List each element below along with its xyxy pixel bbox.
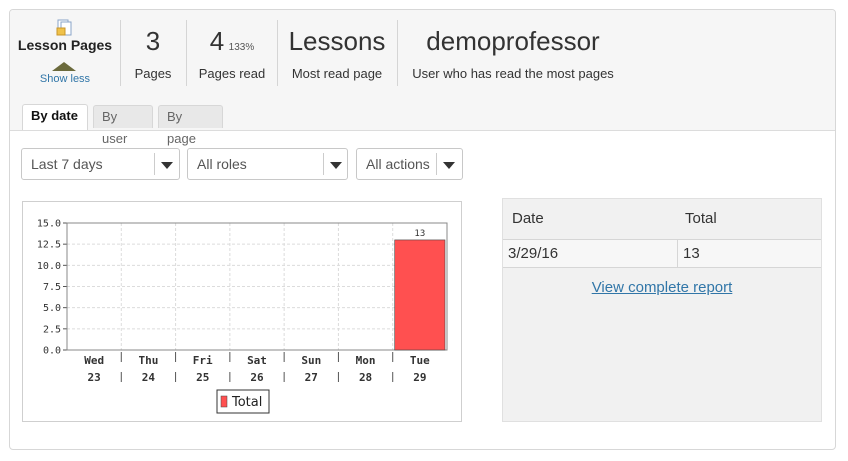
actions-select-value: All actions (366, 156, 430, 172)
most-read-page-label: Most read page (291, 66, 383, 81)
summary-header: Lesson Pages Show less 3 Pages 4 133% Pa… (10, 10, 835, 146)
x-tick-label-day: Wed (84, 354, 104, 367)
pages-read-percent: 133% (228, 42, 255, 53)
x-tick-label-day: Mon (356, 354, 376, 367)
select-divider (323, 153, 324, 175)
bar-total (394, 239, 446, 351)
y-tick-label: 10.0 (37, 261, 61, 272)
table-header-total: Total (685, 210, 717, 227)
top-reader-label: User who has read the most pages (412, 66, 614, 81)
x-tick-label-date: 25 (196, 371, 209, 384)
period-select[interactable]: Last 7 days (21, 148, 180, 180)
collapse-toggle-icon[interactable] (52, 62, 76, 71)
roles-select[interactable]: All roles (187, 148, 348, 180)
x-tick-label-day: Fri (193, 354, 213, 367)
y-tick-label: 7.5 (43, 282, 61, 293)
x-tick-label-date: 27 (305, 371, 318, 384)
view-complete-report-link[interactable]: View complete report (503, 279, 821, 296)
x-tick-label-date: 24 (142, 371, 156, 384)
y-tick-label: 2.5 (43, 324, 61, 335)
table-cell-date: 3/29/16 (508, 245, 559, 262)
daily-reads-chart: 0.0 2.5 5.0 7.5 10.0 12.5 15.0 13 Wed 23 Thu 24 Fri 2… (22, 201, 462, 422)
pages-read-value-group: 4 133% (187, 26, 277, 56)
most-read-page-value: Lessons (288, 26, 386, 56)
pages-read-count: 4 (209, 26, 225, 56)
select-divider (436, 153, 437, 175)
bar-data-label: 13 (414, 229, 425, 239)
roles-select-value: All roles (197, 156, 247, 172)
table-header-date: Date (512, 210, 544, 227)
lesson-pages-icon (56, 19, 72, 36)
y-tick-label: 5.0 (43, 303, 61, 314)
x-tick-label-day: Thu (138, 354, 158, 367)
top-reader-value: demoprofessor (426, 26, 600, 56)
tab-by-page[interactable]: By page (158, 105, 223, 146)
y-tick-label: 15.0 (37, 219, 61, 230)
lesson-pages-report-panel: Lesson Pages Show less 3 Pages 4 133% Pa… (9, 9, 836, 450)
x-tick-label-date: 28 (359, 371, 372, 384)
table-row-divider (503, 267, 821, 268)
x-tick-label-day: Sun (301, 354, 321, 367)
x-tick-label-day: Sat (247, 354, 267, 367)
legend-label: Total (231, 395, 262, 410)
y-tick-label: 0.0 (43, 346, 61, 357)
chevron-down-icon (330, 162, 342, 169)
chevron-down-icon (443, 162, 455, 169)
x-tick-label-date: 23 (88, 371, 101, 384)
tab-by-user[interactable]: By user (93, 105, 153, 146)
pages-count: 3 (145, 26, 161, 56)
show-less-link[interactable]: Show less (10, 73, 120, 85)
table-cell-total: 13 (683, 245, 700, 262)
header-divider (10, 130, 835, 131)
select-divider (154, 153, 155, 175)
pages-label: Pages (134, 66, 172, 81)
x-tick-label-date: 26 (250, 371, 264, 384)
x-tick-label-date: 29 (413, 371, 426, 384)
legend-swatch (220, 395, 228, 408)
x-tick-label-day: Tue (410, 354, 430, 367)
chart-canvas: 0.0 2.5 5.0 7.5 10.0 12.5 15.0 13 Wed 23 Thu 24 Fri 2… (37, 219, 448, 414)
tab-by-date[interactable]: By date (22, 104, 88, 130)
lesson-pages-title: Lesson Pages (17, 37, 113, 53)
date-totals-table: Date Total 3/29/16 13 View complete repo… (502, 198, 822, 422)
pages-read-label: Pages read (198, 66, 266, 81)
period-select-value: Last 7 days (31, 156, 103, 172)
actions-select[interactable]: All actions (356, 148, 463, 180)
chevron-down-icon (161, 162, 173, 169)
table-cell-divider (677, 240, 678, 267)
y-tick-label: 12.5 (37, 240, 61, 251)
